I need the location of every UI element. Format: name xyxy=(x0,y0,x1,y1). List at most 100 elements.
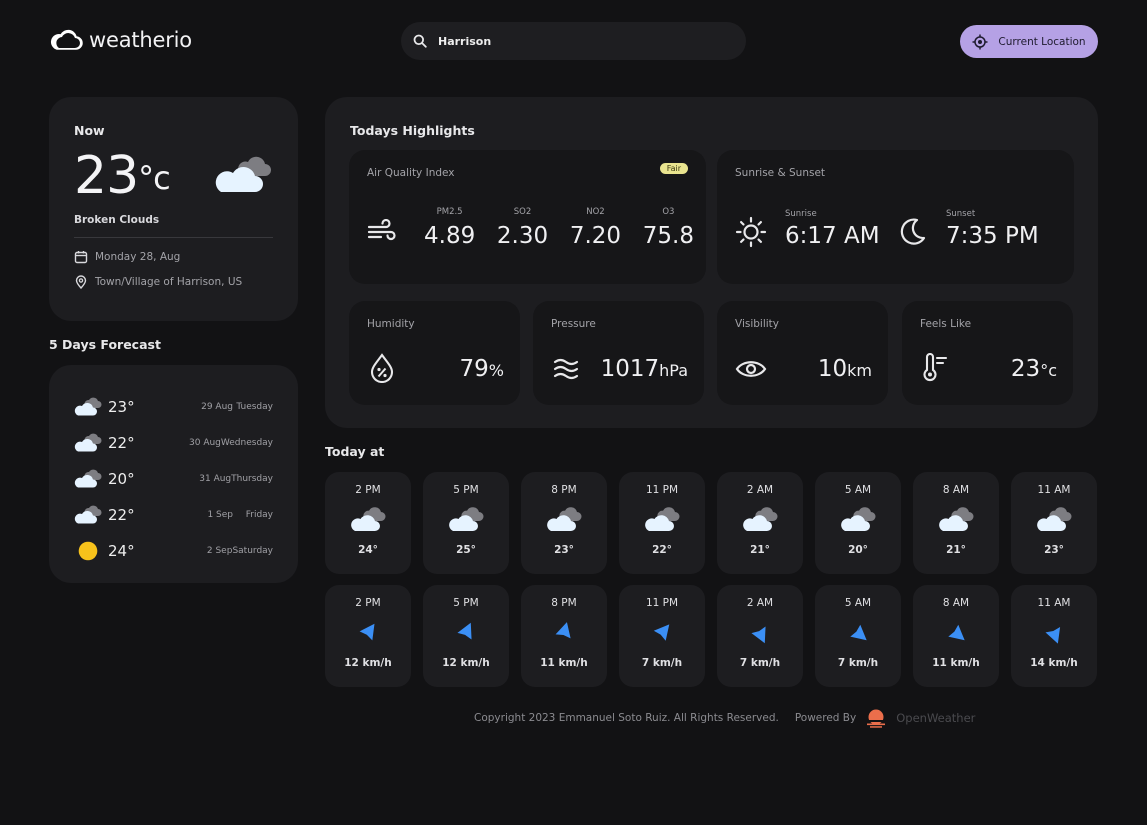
humidity-card: Humidity 79% xyxy=(349,301,520,405)
aqi-o3: O3 75.8 xyxy=(642,207,694,249)
openweather-link[interactable]: OpenWeather xyxy=(896,711,975,725)
now-title: Now xyxy=(74,123,105,138)
humidity-label: Humidity xyxy=(367,318,415,330)
hourly-wind-card: 5 PM 12 km/h xyxy=(423,585,509,687)
pressure-value: 1017hPa xyxy=(600,356,688,382)
visibility-label: Visibility xyxy=(735,318,780,330)
forecast-date: 31 Aug xyxy=(199,474,232,484)
aqi-no2: NO2 7.20 xyxy=(569,207,622,249)
hourly-temperature-row: 2 PM 24° 5 PM 25° 8 PM 23° 11 PM 22° 2 AM 21° 5 AM… xyxy=(325,472,1097,574)
footer: Copyright 2023 Emmanuel Soto Ruiz. All R… xyxy=(474,708,975,728)
cloud-icon xyxy=(521,507,607,533)
hour-time: 11 AM xyxy=(1037,597,1071,609)
cloud-icon xyxy=(815,507,901,533)
sun-icon xyxy=(74,540,102,562)
forecast-row: 22° 1 Sep Friday xyxy=(74,497,273,533)
openweather-logo-icon xyxy=(864,708,888,728)
cloud-icon xyxy=(74,469,102,489)
search-input[interactable] xyxy=(438,34,708,48)
wind-direction-icon xyxy=(717,620,803,646)
pressure-waves-icon xyxy=(553,358,579,380)
wind-speed: 14 km/h xyxy=(1030,657,1078,669)
date-text: Monday 28, Aug xyxy=(95,251,181,263)
hourly-wind-card: 2 PM 12 km/h xyxy=(325,585,411,687)
location-text: Town/Village of Harrison, US xyxy=(95,276,243,288)
hourly-wind-card: 11 AM 14 km/h xyxy=(1011,585,1097,687)
hour-time: 5 PM xyxy=(453,597,479,609)
forecast-temp: 24° xyxy=(108,542,135,560)
wind-speed: 12 km/h xyxy=(344,657,392,669)
current-temperature: 23°c xyxy=(74,146,171,206)
forecast-temp: 22° xyxy=(108,506,135,524)
hourly-temp-card: 2 PM 24° xyxy=(325,472,411,574)
current-location-button[interactable]: Current Location xyxy=(960,25,1098,58)
hourly-wind-card: 2 AM 7 km/h xyxy=(717,585,803,687)
sunrise-sunset-card: Sunrise & Sunset Sunrise 6:17 AM Sunset … xyxy=(717,150,1074,284)
wind-icon xyxy=(367,219,397,243)
forecast-temp: 20° xyxy=(108,470,135,488)
forecast-temp: 23° xyxy=(108,398,135,416)
hour-time: 8 AM xyxy=(942,484,970,496)
hourly-temp-card: 5 AM 20° xyxy=(815,472,901,574)
hour-time: 5 AM xyxy=(844,484,872,496)
cloud-icon xyxy=(913,507,999,533)
hour-time: 11 PM xyxy=(645,597,679,609)
wind-direction-icon xyxy=(325,620,411,646)
visibility-card: Visibility 10km xyxy=(717,301,888,405)
hour-time: 8 PM xyxy=(551,484,577,496)
moon-icon xyxy=(897,217,927,247)
hourly-wind-card: 8 PM 11 km/h xyxy=(521,585,607,687)
aqi-label: Air Quality Index xyxy=(367,167,455,179)
wind-speed: 11 km/h xyxy=(540,657,588,669)
divider xyxy=(74,237,273,238)
hour-temp: 22° xyxy=(652,544,672,556)
calendar-icon xyxy=(74,250,88,264)
copyright-text: Copyright 2023 Emmanuel Soto Ruiz. All R… xyxy=(474,712,779,724)
forecast-row: 23° 29 Aug Tuesday xyxy=(74,389,273,425)
forecast-date: 30 Aug xyxy=(189,438,221,448)
hour-time: 5 PM xyxy=(453,484,479,496)
hourly-temp-card: 2 AM 21° xyxy=(717,472,803,574)
forecast-row: 22° 30 Aug Wednesday xyxy=(74,425,273,461)
hourly-temp-card: 11 AM 23° xyxy=(1011,472,1097,574)
aqi-badge: Fair xyxy=(659,163,688,174)
hourly-wind-card: 5 AM 7 km/h xyxy=(815,585,901,687)
hour-time: 11 PM xyxy=(645,484,679,496)
current-date: Monday 28, Aug xyxy=(74,250,273,264)
aqi-so2: SO2 2.30 xyxy=(496,207,549,249)
wind-speed: 7 km/h xyxy=(837,657,879,669)
hourly-wind-card: 11 PM 7 km/h xyxy=(619,585,705,687)
app-logo[interactable]: weatherio xyxy=(49,28,192,52)
cloud-icon xyxy=(717,507,803,533)
app-name: weatherio xyxy=(89,28,192,52)
current-location-label: Current Location xyxy=(998,35,1086,48)
air-quality-card: Air Quality Index Fair PM2.5 4.89 SO2 2.30… xyxy=(349,150,706,284)
hour-temp: 21° xyxy=(750,544,770,556)
forecast-card: 23° 29 Aug Tuesday 22° 30 Aug Wednesday 20° 31 … xyxy=(49,365,298,583)
wind-direction-icon xyxy=(521,620,607,646)
forecast-temp: 22° xyxy=(108,434,135,452)
location-target-icon xyxy=(972,34,988,50)
map-pin-icon xyxy=(74,275,88,289)
hour-time: 5 AM xyxy=(844,597,872,609)
forecast-row: 20° 31 Aug Thursday xyxy=(74,461,273,497)
eye-icon xyxy=(735,359,767,379)
forecast-title: 5 Days Forecast xyxy=(49,337,161,352)
broken-clouds-icon xyxy=(213,154,273,196)
forecast-date: 29 Aug xyxy=(201,402,233,412)
visibility-value: 10km xyxy=(817,356,872,382)
hourly-wind-row: 2 PM 12 km/h 5 PM 12 km/h 8 PM 11 km/h 11 PM 7 … xyxy=(325,585,1097,687)
search-icon xyxy=(413,34,427,48)
cloud-icon xyxy=(619,507,705,533)
wind-speed: 12 km/h xyxy=(442,657,490,669)
aqi-pm25: PM2.5 4.89 xyxy=(424,207,476,249)
forecast-day: Tuesday xyxy=(236,402,273,412)
hour-temp: 20° xyxy=(848,544,868,556)
search-bar[interactable] xyxy=(401,22,746,60)
hour-time: 8 AM xyxy=(942,597,970,609)
sun-label: Sunrise & Sunset xyxy=(735,167,826,179)
hour-time: 11 AM xyxy=(1037,484,1071,496)
hour-time: 8 PM xyxy=(551,597,577,609)
hour-time: 2 PM xyxy=(355,484,381,496)
sun-icon xyxy=(735,216,767,248)
